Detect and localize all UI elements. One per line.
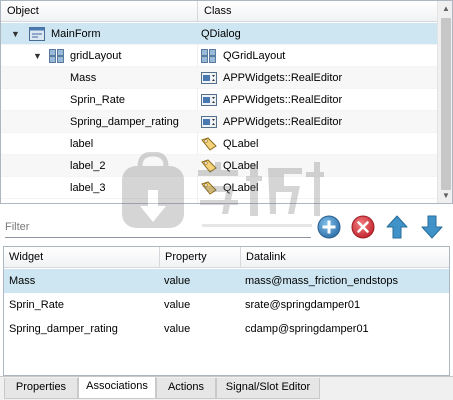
filter-input[interactable] — [5, 216, 311, 238]
widget-cell: Mass — [9, 275, 36, 287]
object-tree: ▼ MainForm QDialog ▼ gridLayout QGridLay… — [1, 23, 437, 199]
arrow-down-icon — [421, 215, 443, 239]
tree-item-name: MainForm — [51, 28, 101, 40]
tree-item-name: label_3 — [70, 182, 106, 194]
plus-circle-icon — [317, 215, 341, 239]
column-header-property[interactable]: Property — [160, 247, 241, 268]
tree-item-name: Spring_damper_rating — [70, 116, 179, 128]
scrollbar-thumb[interactable] — [441, 18, 451, 190]
tab-signal-slot-editor[interactable]: Signal/Slot Editor — [216, 378, 320, 399]
tab-properties[interactable]: Properties — [4, 378, 78, 399]
associations-header: Widget Property Datalink — [4, 247, 449, 268]
grid-layout-icon — [49, 49, 64, 63]
dialog-icon — [29, 27, 45, 41]
datalink-cell: cdamp@springdamper01 — [245, 323, 369, 335]
column-header-class[interactable]: Class — [198, 1, 437, 22]
tree-item-name: Sprin_Rate — [70, 94, 126, 106]
tree-item-name: Mass — [70, 72, 97, 84]
grid-layout-icon — [201, 49, 216, 63]
bottom-tab-bar: Properties Associations Actions Signal/S… — [0, 376, 453, 400]
tree-row-sprin-rate[interactable]: Sprin_Rate APPWidgets::RealEditor — [1, 89, 437, 111]
tree-item-name: gridLayout — [70, 50, 122, 62]
datalink-cell: mass@mass_friction_endstops — [245, 275, 399, 287]
association-row[interactable]: Mass value mass@mass_friction_endstops — [4, 269, 449, 293]
association-row[interactable]: Sprin_Rate value srate@springdamper01 — [4, 293, 449, 317]
expand-arrow-icon[interactable]: ▼ — [11, 23, 20, 45]
add-association-button[interactable] — [316, 214, 342, 240]
label-tag-icon — [201, 137, 217, 151]
property-cell: value — [164, 275, 191, 287]
column-header-datalink[interactable]: Datalink — [241, 247, 449, 268]
widget-cell: Spring_damper_rating — [9, 323, 118, 335]
column-header-object[interactable]: Object — [1, 1, 198, 22]
widget-cell: Sprin_Rate — [9, 299, 65, 311]
property-cell: value — [164, 299, 191, 311]
tree-row-gridlayout[interactable]: ▼ gridLayout QGridLayout — [1, 45, 437, 67]
tree-row-label-3[interactable]: label_3 QLabel — [1, 177, 437, 199]
tab-associations[interactable]: Associations — [78, 377, 156, 399]
property-cell: value — [164, 323, 191, 335]
tree-row-label-2[interactable]: label_2 QLabel — [1, 155, 437, 177]
tab-actions[interactable]: Actions — [156, 378, 216, 399]
move-up-button[interactable] — [384, 214, 410, 240]
tree-row-mainform[interactable]: ▼ MainForm QDialog — [1, 23, 437, 45]
associations-toolbar — [0, 210, 453, 244]
tree-row-label[interactable]: label QLabel — [1, 133, 437, 155]
expand-arrow-icon[interactable]: ▼ — [33, 45, 42, 67]
real-editor-icon — [201, 115, 217, 129]
tree-item-name: label — [70, 138, 94, 150]
tree-row-mass[interactable]: Mass APPWidgets::RealEditor — [1, 67, 437, 89]
column-header-widget[interactable]: Widget — [4, 247, 160, 268]
object-inspector-header: Object Class — [1, 1, 437, 22]
associations-table: Widget Property Datalink Mass value mass… — [3, 246, 450, 376]
tree-item-name: label_2 — [70, 160, 106, 172]
label-tag-icon — [201, 159, 217, 173]
label-tag-icon — [201, 181, 217, 195]
object-inspector: Object Class ▼ MainForm QDialog ▼ gridLa… — [0, 0, 453, 204]
arrow-up-icon — [386, 215, 408, 239]
move-down-button[interactable] — [419, 214, 445, 240]
vertical-scrollbar[interactable]: ▲ ▼ — [437, 1, 452, 203]
association-row[interactable]: Spring_damper_rating value cdamp@springd… — [4, 317, 449, 341]
remove-association-button[interactable] — [350, 214, 376, 240]
real-editor-icon — [201, 93, 217, 107]
remove-circle-icon — [351, 215, 375, 239]
real-editor-icon — [201, 71, 217, 85]
scroll-down-arrow-icon[interactable]: ▼ — [438, 188, 452, 203]
scroll-up-arrow-icon[interactable]: ▲ — [438, 1, 452, 17]
datalink-cell: srate@springdamper01 — [245, 299, 361, 311]
tree-row-spring-damper-rating[interactable]: Spring_damper_rating APPWidgets::RealEdi… — [1, 111, 437, 133]
